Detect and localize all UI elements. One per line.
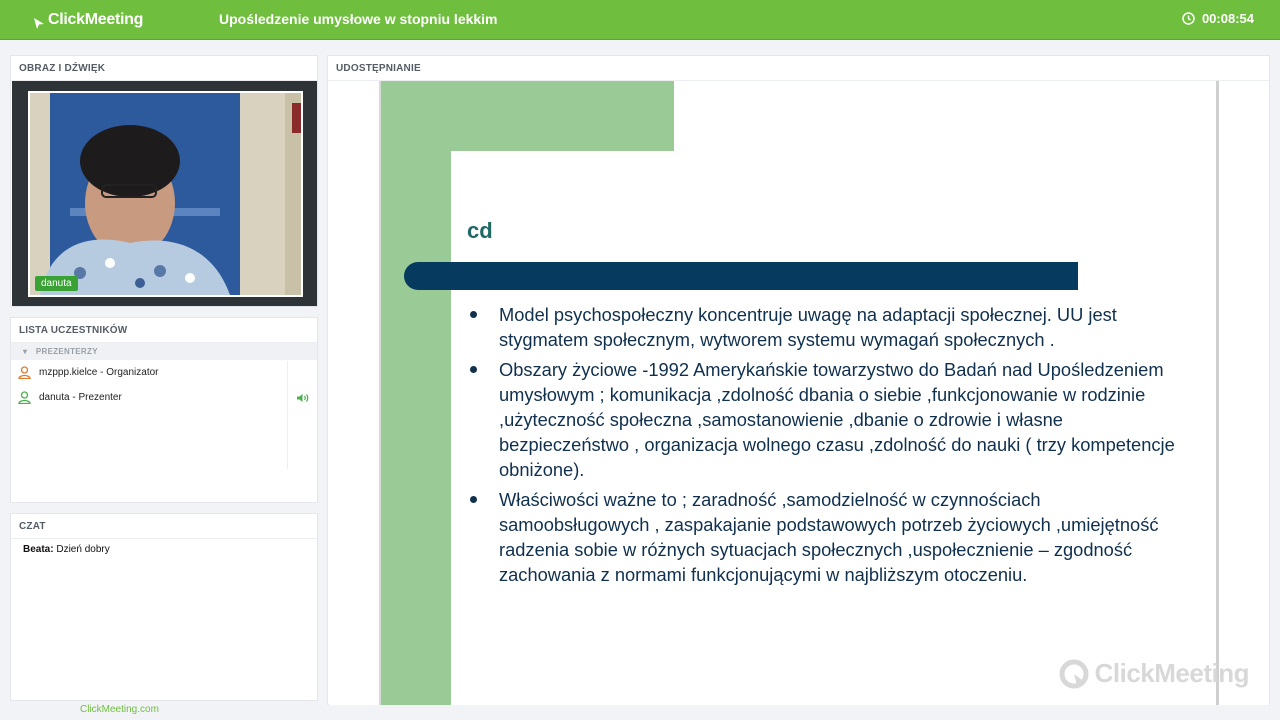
timer-value: 00:08:54	[1201, 11, 1254, 26]
column-divider	[287, 361, 288, 469]
user-icon	[18, 366, 31, 379]
share-panel: UDOSTĘPNIANIE cd Model psychospołeczny k…	[327, 55, 1270, 705]
clickmeeting-logo-icon	[1059, 659, 1089, 689]
chat-panel: CZAT Beata: Dzień dobry	[10, 513, 318, 701]
slide-green-header	[451, 81, 674, 151]
video-panel-title: OBRAZ I DŹWIĘK	[11, 56, 317, 81]
top-bar: ClickMeeting Upośledzenie umysłowe w sto…	[0, 0, 1280, 40]
slide-bullets: Model psychospołeczny koncentruje uwagę …	[467, 302, 1187, 592]
participants-panel-title: LISTA UCZESTNIKÓW	[11, 318, 317, 343]
slide-viewport: cd Model psychospołeczny koncentruje uwa…	[329, 81, 1269, 705]
webcam-image	[30, 93, 301, 295]
participant-label: danuta - Prezenter	[39, 392, 122, 403]
video-panel: OBRAZ I DŹWIĘK danuta	[10, 55, 318, 307]
clock-icon	[1182, 12, 1195, 25]
chat-message: Beata: Dzień dobry	[11, 539, 317, 560]
video-stage: danuta	[12, 81, 317, 306]
slide-green-sidebar	[381, 81, 451, 705]
slide-title-bar	[404, 262, 1078, 290]
watermark-logo: ClickMeeting	[1059, 658, 1250, 689]
cursor-icon	[34, 17, 44, 29]
chat-author: Beata:	[23, 544, 54, 555]
slide-title: cd	[467, 218, 493, 243]
participant-organizer[interactable]: mzppp.kielce - Organizator	[11, 360, 317, 385]
group-label: PREZENTERZY	[35, 347, 98, 356]
participant-label: mzppp.kielce - Organizator	[39, 367, 159, 378]
speaker-active-icon[interactable]	[296, 393, 310, 403]
participant-presenter[interactable]: danuta - Prezenter	[11, 385, 317, 410]
chat-text: Dzień dobry	[56, 544, 110, 555]
user-icon	[18, 391, 31, 404]
chat-panel-title: CZAT	[11, 514, 317, 539]
session-timer: 00:08:54	[1182, 11, 1254, 26]
watermark-text: ClickMeeting	[1094, 658, 1250, 688]
speaker-name-tag: danuta	[35, 276, 78, 291]
group-presenters[interactable]: ▾ PREZENTERZY	[11, 343, 317, 360]
bullet-item: Model psychospołeczny koncentruje uwagę …	[467, 302, 1187, 352]
share-panel-title: UDOSTĘPNIANIE	[328, 56, 1269, 81]
bullet-item: Właściwości ważne to ; zaradność ,samodz…	[467, 487, 1187, 587]
bullet-item: Obszary życiowe -1992 Amerykańskie towar…	[467, 357, 1187, 482]
participants-panel: LISTA UCZESTNIKÓW ▾ PREZENTERZY mzppp.ki…	[10, 317, 318, 503]
footer-link[interactable]: ClickMeeting.com	[80, 704, 159, 715]
collapse-arrow-icon: ▾	[23, 347, 28, 356]
brand-name: ClickMeeting	[48, 11, 144, 28]
webcam-feed[interactable]: danuta	[28, 91, 303, 297]
meeting-title: Upośledzenie umysłowe w stopniu lekkim	[219, 11, 498, 27]
brand-logo: ClickMeeting	[34, 11, 143, 29]
presentation-slide: cd Model psychospołeczny koncentruje uwa…	[379, 81, 1219, 705]
